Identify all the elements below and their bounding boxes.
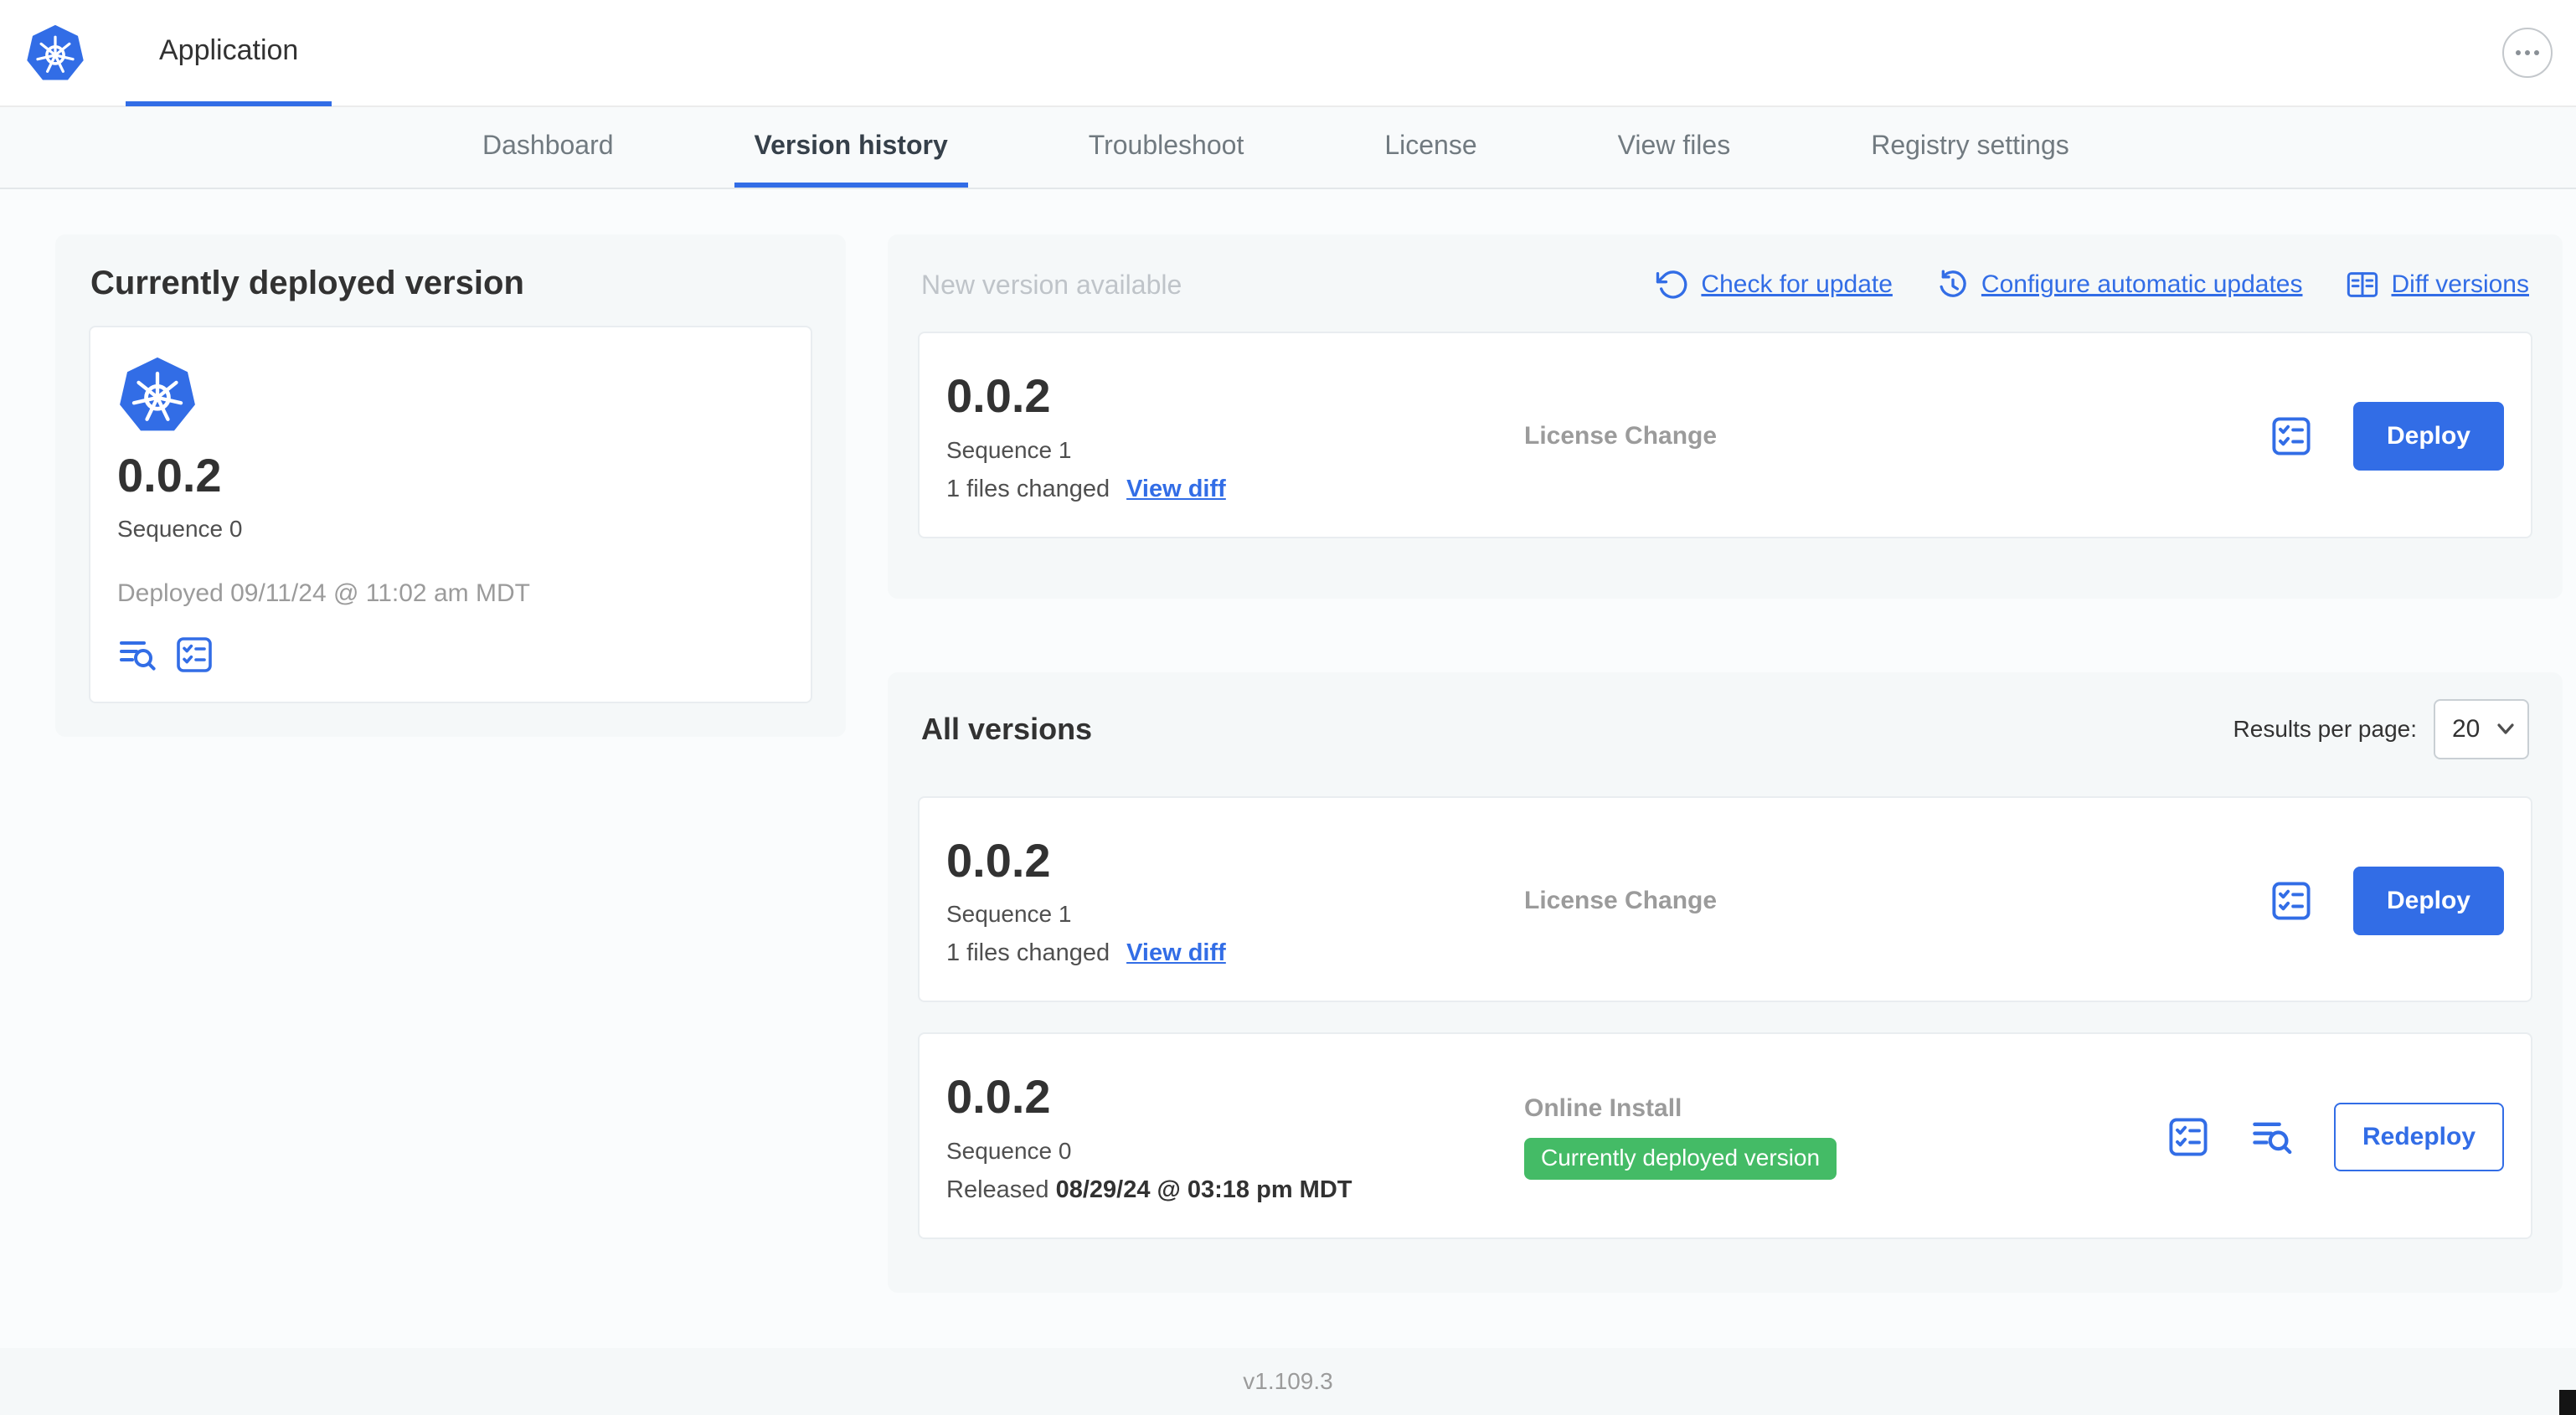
files-changed: 1 files changed View diff (946, 475, 1226, 502)
tab-registry-settings[interactable]: Registry settings (1851, 107, 2089, 188)
deployed-timestamp: Deployed 09/11/24 @ 11:02 am MDT (117, 579, 530, 607)
ellipsis-icon (2516, 50, 2521, 55)
new-version-heading: New version available (921, 269, 1182, 300)
diff-versions-link[interactable]: Diff versions (2346, 268, 2529, 301)
tab-application[interactable]: Application (126, 0, 332, 106)
deployed-version-card: 0.0.2 Sequence 0 Deployed 09/11/24 @ 11:… (89, 326, 812, 703)
preflight-checks-button[interactable] (2269, 414, 2313, 458)
configure-automatic-updates-link[interactable]: Configure automatic updates (1936, 268, 2302, 301)
version-actions-cell: Deploy (2269, 866, 2504, 935)
topbar: Application (0, 0, 2576, 107)
version-row-sequence-0: 0.0.2 Sequence 0 Released 08/29/24 @ 03:… (918, 1032, 2532, 1239)
version-sequence: Sequence 1 (946, 901, 1072, 928)
tab-dashboard[interactable]: Dashboard (462, 107, 634, 188)
version-source: License Change (1524, 886, 1718, 914)
results-per-page-label: Results per page: (2233, 715, 2417, 742)
release-notes-button[interactable] (117, 635, 157, 675)
currently-deployed-badge: Currently deployed version (1524, 1138, 1837, 1181)
version-info: 0.0.2 Sequence 1 1 files changed View dif… (946, 833, 1524, 968)
all-versions-panel: All versions Results per page: 20 0.0.2 … (888, 671, 2563, 1293)
tab-troubleshoot[interactable]: Troubleshoot (1069, 107, 1265, 188)
currently-deployed-panel: Currently deployed version 0.0.2 Sequenc… (55, 234, 846, 737)
tab-license[interactable]: License (1364, 107, 1497, 188)
release-notes-icon (120, 641, 156, 671)
footer: v1.109.3 (0, 1348, 2576, 1415)
preflight-checks-button[interactable] (2269, 879, 2313, 923)
deployed-sequence: Sequence 0 (117, 516, 243, 542)
new-version-panel: New version available Check for update C… (888, 234, 2563, 599)
version-actions-cell: Deploy (2269, 402, 2504, 471)
new-version-card: 0.0.2 Sequence 1 1 files changed View dif… (918, 332, 2532, 538)
version-info: 0.0.2 Sequence 0 Released 08/29/24 @ 03:… (946, 1071, 1524, 1204)
currently-deployed-heading: Currently deployed version (90, 265, 524, 301)
check-for-update-link[interactable]: Check for update (1656, 268, 1893, 301)
preflight-checks-button[interactable] (174, 635, 214, 675)
released-timestamp: Released 08/29/24 @ 03:18 pm MDT (946, 1176, 1352, 1203)
results-per-page-select[interactable]: 20 (2434, 698, 2529, 759)
diff-icon (2347, 272, 2378, 297)
redeploy-button[interactable]: Redeploy (2333, 1103, 2504, 1172)
view-diff-link[interactable]: View diff (1126, 476, 1226, 502)
deploy-button[interactable]: Deploy (2352, 866, 2504, 935)
overflow-menu-button[interactable] (2502, 28, 2553, 78)
version-actions-cell: Redeploy (2166, 1103, 2504, 1172)
refresh-icon (1656, 270, 1687, 299)
version-sequence: Sequence 1 (946, 436, 1072, 463)
release-notes-icon (2253, 1123, 2292, 1155)
version-row-sequence-1: 0.0.2 Sequence 1 1 files changed View dif… (918, 795, 2532, 1003)
right-column: New version available Check for update C… (888, 234, 2563, 1293)
version-number: 0.0.2 (946, 369, 1051, 422)
all-versions-header: All versions Results per page: 20 (918, 698, 2532, 759)
app-window: Application Dashboard Version history Tr… (0, 0, 2576, 1415)
version-actions: Check for update Configure automatic upd… (1656, 268, 2529, 301)
secondary-nav: Dashboard Version history Troubleshoot L… (0, 107, 2576, 189)
kubernetes-app-icon (117, 354, 784, 435)
tab-view-files[interactable]: View files (1598, 107, 1751, 188)
version-number: 0.0.2 (946, 1070, 1051, 1124)
new-version-header: New version available Check for update C… (918, 268, 2532, 301)
deployed-version-number: 0.0.2 (117, 449, 222, 502)
preflight-checks-button[interactable] (2166, 1115, 2210, 1159)
chevron-down-icon (2497, 723, 2514, 734)
version-number: 0.0.2 (946, 833, 1051, 887)
deploy-button[interactable]: Deploy (2352, 402, 2504, 471)
view-diff-link[interactable]: View diff (1126, 939, 1226, 966)
all-versions-heading: All versions (921, 711, 1093, 746)
console-version: v1.109.3 (1243, 1368, 1333, 1394)
version-source: Online Install Currently deployed versio… (1524, 1094, 2166, 1181)
version-source: License Change (1524, 422, 1718, 450)
checklist-icon (177, 637, 212, 672)
deployed-actions (117, 635, 784, 675)
files-changed: 1 files changed View diff (946, 939, 1226, 967)
checklist-icon (2169, 1118, 2208, 1157)
checklist-icon (2272, 417, 2311, 455)
checklist-icon (2272, 882, 2311, 920)
version-sequence: Sequence 0 (946, 1137, 1072, 1164)
version-info: 0.0.2 Sequence 1 1 files changed View dif… (946, 370, 1524, 503)
tab-version-history[interactable]: Version history (734, 107, 968, 188)
clock-arrow-icon (1940, 270, 1966, 297)
scrollbar-thumb[interactable] (2559, 1390, 2576, 1415)
kubernetes-logo-icon (25, 23, 85, 83)
release-notes-button[interactable] (2250, 1115, 2294, 1159)
results-per-page: Results per page: 20 (2233, 698, 2529, 759)
app-tab-label: Application (159, 33, 299, 66)
main-content: Currently deployed version 0.0.2 Sequenc… (0, 189, 2576, 1348)
